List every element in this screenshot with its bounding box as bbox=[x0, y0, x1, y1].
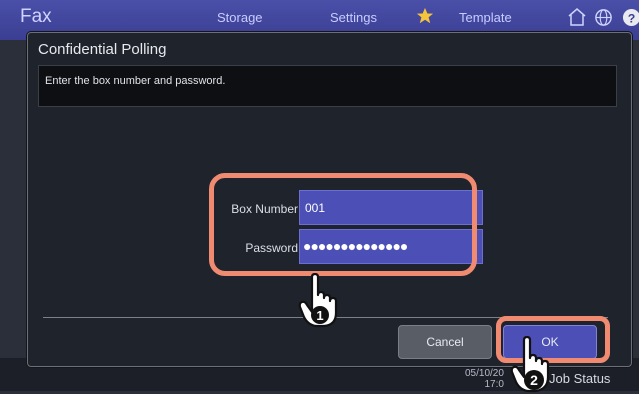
home-icon[interactable] bbox=[567, 8, 587, 26]
globe-icon[interactable] bbox=[594, 8, 613, 27]
app-title: Fax bbox=[20, 6, 52, 27]
time-text: 17:0 bbox=[484, 379, 504, 390]
pointing-hand-icon: 1 bbox=[298, 273, 338, 328]
message-bar: Enter the box number and password. bbox=[38, 65, 617, 107]
step-number-2: 2 bbox=[530, 372, 538, 388]
step-number-1: 1 bbox=[316, 308, 323, 323]
pointing-hand-icon: 2 bbox=[510, 336, 550, 393]
date-text: 05/10/20 bbox=[465, 368, 504, 379]
message-text: Enter the box number and password. bbox=[45, 75, 226, 87]
fields-highlight bbox=[209, 173, 477, 276]
help-icon[interactable]: ? bbox=[622, 8, 639, 27]
job-status-button[interactable]: Job Status bbox=[549, 371, 610, 386]
svg-text:?: ? bbox=[628, 11, 636, 25]
cancel-button[interactable]: Cancel bbox=[398, 325, 492, 359]
star-icon[interactable] bbox=[416, 7, 434, 25]
tab-template[interactable]: Template bbox=[459, 10, 512, 25]
datetime: 05/10/20 17:0 bbox=[465, 368, 504, 390]
dialog-title: Confidential Polling bbox=[38, 41, 167, 58]
tab-settings[interactable]: Settings bbox=[330, 10, 377, 25]
tab-storage[interactable]: Storage bbox=[217, 10, 263, 25]
